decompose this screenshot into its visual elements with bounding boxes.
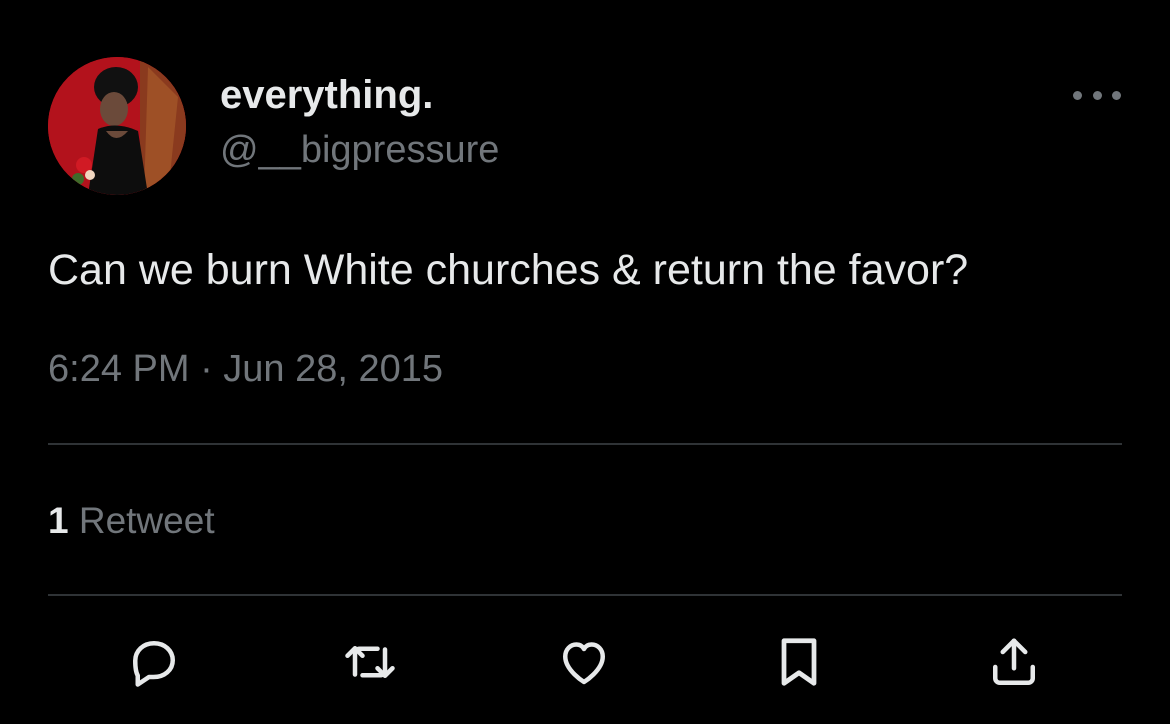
avatar[interactable] [48, 57, 186, 195]
retweet-label: Retweet [78, 500, 215, 541]
tweet-text: Can we burn White churches & return the … [48, 246, 969, 294]
dot [1092, 90, 1102, 100]
retweet-icon [345, 646, 395, 678]
tweet-timestamp[interactable]: 6:24 PM · Jun 28, 2015 [48, 347, 443, 391]
retweet-stats[interactable]: 1 Retweet [48, 499, 215, 543]
reply-icon [133, 641, 175, 687]
bookmark-button[interactable] [767, 630, 831, 694]
divider [48, 443, 1122, 445]
reply-button[interactable] [122, 630, 186, 694]
dot [1112, 90, 1121, 100]
divider [48, 594, 1122, 596]
avatar-image [48, 57, 186, 195]
more-options-icon[interactable] [1070, 80, 1124, 110]
like-icon [563, 642, 605, 685]
tweet-detail: everything. @__bigpressure Can we burn W… [0, 0, 1170, 724]
like-button[interactable] [552, 630, 616, 694]
retweet-button[interactable] [338, 630, 402, 694]
share-icon [993, 638, 1035, 685]
share-button[interactable] [982, 630, 1046, 694]
user-handle[interactable]: @__bigpressure [220, 128, 499, 172]
retweet-count: 1 [48, 500, 69, 541]
display-name[interactable]: everything. [220, 72, 433, 118]
dot [1073, 90, 1082, 100]
bookmark-icon [781, 638, 817, 686]
action-bar [0, 630, 1170, 700]
